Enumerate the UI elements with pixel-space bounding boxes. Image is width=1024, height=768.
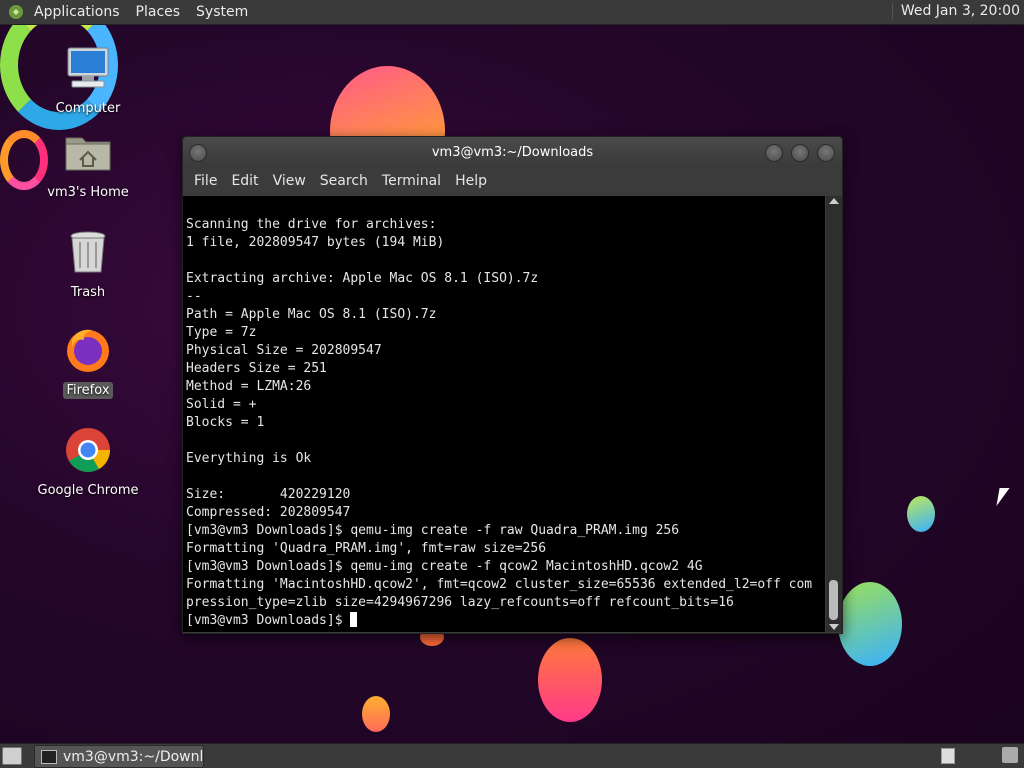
trash-icon	[70, 231, 106, 273]
menu-file[interactable]: File	[187, 173, 224, 189]
terminal-line: Path = Apple Mac OS 8.1 (ISO).7z	[186, 307, 437, 322]
firefox-icon	[67, 329, 109, 372]
menu-view[interactable]: View	[266, 173, 313, 189]
menu-help[interactable]: Help	[448, 173, 494, 189]
scrollbar-thumb[interactable]	[829, 580, 838, 620]
wallpaper-blob	[362, 696, 390, 732]
clock[interactable]: Wed Jan 3, 20:00	[891, 3, 1020, 19]
terminal-text: Scanning the drive for archives: 1 file, …	[183, 196, 825, 630]
menu-search[interactable]: Search	[313, 173, 375, 189]
wallpaper-blob	[838, 582, 902, 666]
minimize-button[interactable]	[765, 144, 783, 162]
menu-system[interactable]: System	[188, 4, 256, 20]
terminal-line: Method = LZMA:26	[186, 379, 312, 394]
terminal-line: --	[186, 289, 202, 304]
home-folder-icon	[65, 137, 111, 171]
mate-logo-icon[interactable]	[8, 4, 24, 20]
maximize-button[interactable]	[791, 144, 809, 162]
terminal-line: Solid = +	[186, 397, 257, 412]
wallpaper-blob	[538, 638, 602, 722]
desktop-icon-trash[interactable]: Trash	[33, 228, 143, 301]
terminal-prompt: [vm3@vm3 Downloads]$	[186, 613, 351, 628]
top-panel: Applications Places System Wed Jan 3, 20…	[0, 0, 1024, 25]
terminal-menubar: File Edit View Search Terminal Help	[183, 167, 842, 195]
show-desktop-icon[interactable]	[2, 747, 22, 765]
desktop-icon-chrome[interactable]: Google Chrome	[33, 426, 143, 499]
desktop-icon-label: Trash	[70, 285, 106, 300]
terminal-line: Headers Size = 251	[186, 361, 327, 376]
terminal-line: [vm3@vm3 Downloads]$ qemu-img create -f …	[186, 523, 680, 538]
terminal-scrollbar[interactable]	[826, 196, 842, 632]
mouse-pointer-icon	[996, 488, 1010, 506]
terminal-line: 1 file, 202809547 bytes (194 MiB)	[186, 235, 445, 250]
terminal-output[interactable]: Scanning the drive for archives: 1 file, …	[183, 196, 825, 632]
scroll-down-arrow-icon[interactable]	[829, 624, 839, 630]
terminal-line: Formatting 'MacintoshHD.qcow2', fmt=qcow…	[186, 577, 813, 592]
workspace-switcher[interactable]	[941, 748, 955, 764]
desktop-icon-label: vm3's Home	[47, 185, 129, 200]
terminal-line: Scanning the drive for archives:	[186, 217, 437, 232]
terminal-line: pression_type=zlib size=4294967296 lazy_…	[186, 595, 734, 610]
taskbar-item-label: vm3@vm3:~/Downl...	[63, 748, 204, 765]
terminal-line: Formatting 'Quadra_PRAM.img', fmt=raw si…	[186, 541, 547, 556]
terminal-icon	[41, 749, 57, 764]
taskbar-item-terminal[interactable]: vm3@vm3:~/Downl...	[34, 745, 204, 768]
close-button[interactable]	[817, 144, 835, 162]
bottom-panel: vm3@vm3:~/Downl...	[0, 743, 1024, 768]
terminal-line: Extracting archive: Apple Mac OS 8.1 (IS…	[186, 271, 539, 286]
desktop-icon-firefox[interactable]: Firefox	[33, 326, 143, 399]
menu-places[interactable]: Places	[128, 4, 189, 20]
desktop-icon-label: Google Chrome	[37, 483, 139, 498]
window-title: vm3@vm3:~/Downloads	[431, 145, 594, 160]
menu-edit[interactable]: Edit	[224, 173, 265, 189]
window-titlebar[interactable]: vm3@vm3:~/Downloads	[183, 137, 842, 167]
scroll-up-arrow-icon[interactable]	[829, 198, 839, 204]
trash-applet-icon[interactable]	[1002, 747, 1018, 763]
terminal-line: Type = 7z	[186, 325, 257, 340]
desktop-icon-home[interactable]: vm3's Home	[33, 128, 143, 201]
terminal-line: Compressed: 202809547	[186, 505, 351, 520]
terminal-line: Physical Size = 202809547	[186, 343, 382, 358]
desktop-icon-label: Firefox	[63, 382, 113, 399]
terminal-line: [vm3@vm3 Downloads]$ qemu-img create -f …	[186, 559, 703, 574]
wallpaper-blob	[907, 496, 935, 532]
terminal-line: Size: 420229120	[186, 487, 351, 502]
terminal-line: Everything is Ok	[186, 451, 312, 466]
menu-applications[interactable]: Applications	[26, 4, 128, 20]
text-cursor	[350, 612, 358, 627]
desktop-icon-label: Computer	[55, 101, 121, 116]
menu-terminal[interactable]: Terminal	[375, 173, 448, 189]
chrome-icon	[66, 428, 110, 472]
desktop-icon-computer[interactable]: Computer	[33, 44, 143, 117]
computer-icon	[67, 47, 109, 88]
terminal-window[interactable]: vm3@vm3:~/Downloads File Edit View Searc…	[182, 136, 843, 634]
terminal-line: Blocks = 1	[186, 415, 265, 430]
